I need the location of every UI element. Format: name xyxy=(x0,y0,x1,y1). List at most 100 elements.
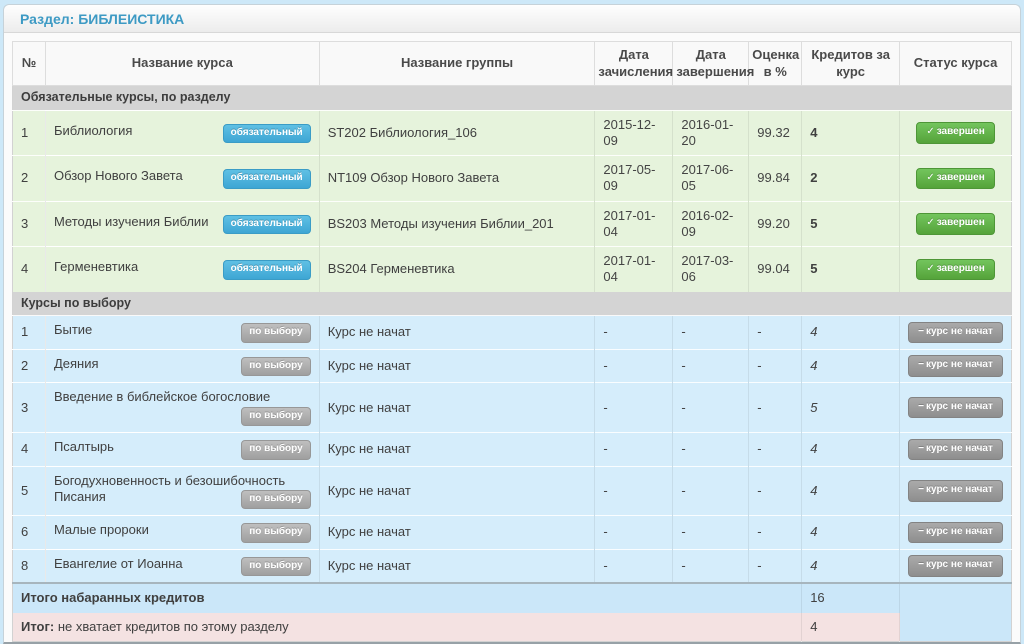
enroll-date: 2017-05-09 xyxy=(595,156,673,202)
enroll-date: - xyxy=(595,433,673,467)
course-type-badge: по выбору xyxy=(241,440,310,460)
course-row: 2Обзор Нового ЗаветаобязательныйNT109 Об… xyxy=(13,156,1012,202)
result-label-prefix: Итог: xyxy=(21,619,54,634)
course-number: 2 xyxy=(13,156,46,202)
status-cell: ✓завершен xyxy=(900,247,1012,292)
grade-percent: 99.84 xyxy=(749,156,802,202)
status-cell: −курс не начат xyxy=(900,516,1012,550)
course-type-badge: по выбору xyxy=(241,407,310,427)
status-cell: −курс не начат xyxy=(900,433,1012,467)
course-credits: 4 xyxy=(802,549,900,583)
course-credits: 4 xyxy=(802,516,900,550)
course-type-badge: обязательный xyxy=(223,260,311,280)
finish-date: - xyxy=(673,349,749,383)
grade-percent: - xyxy=(749,466,802,516)
status-label: курс не начат xyxy=(926,326,993,337)
course-name-cell: Богодухновенность и безошибочность Писан… xyxy=(45,466,319,516)
finish-date: 2016-01-20 xyxy=(673,110,749,156)
course-type-badge: по выбору xyxy=(241,357,310,377)
status-label: курс не начат xyxy=(926,526,993,537)
group-name: Курс не начат xyxy=(319,316,595,350)
course-type-badge: по выбору xyxy=(241,523,310,543)
course-name-cell: Введение в библейское богословиепо выбор… xyxy=(45,383,319,433)
finish-date: - xyxy=(673,383,749,433)
enroll-date: - xyxy=(595,466,673,516)
status-cell: ✓завершен xyxy=(900,201,1012,247)
course-name-cell: Псалтырьпо выбору xyxy=(45,433,319,467)
column-header: Кредитов за курс xyxy=(802,42,900,86)
status-badge: ✓завершен xyxy=(916,122,994,144)
enroll-date: - xyxy=(595,316,673,350)
status-label: курс не начат xyxy=(926,559,993,570)
group-name: ST202 Библиология_106 xyxy=(319,110,595,156)
status-cell: −курс не начат xyxy=(900,316,1012,350)
course-row: 4ГерменевтикаобязательныйBS204 Герменевт… xyxy=(13,247,1012,292)
course-name: Обзор Нового Завета xyxy=(54,168,183,183)
grade-percent: - xyxy=(749,383,802,433)
status-label: завершен xyxy=(937,126,985,137)
course-number: 3 xyxy=(13,201,46,247)
status-badge: −курс не начат xyxy=(908,397,1003,419)
status-cell: −курс не начат xyxy=(900,549,1012,583)
table-body: Обязательные курсы, по разделу1 Библиолог… xyxy=(13,86,1012,584)
footer-status-cell xyxy=(900,583,1012,641)
grade-percent: 99.20 xyxy=(749,201,802,247)
check-icon: ✓ xyxy=(926,126,934,137)
course-name: Евангелие от Иоанна xyxy=(54,556,183,571)
status-badge: −курс не начат xyxy=(908,555,1003,577)
course-type-badge: обязательный xyxy=(223,215,311,235)
status-cell: ✓завершен xyxy=(900,156,1012,202)
course-number: 3 xyxy=(13,383,46,433)
total-credits-value: 16 xyxy=(802,583,900,612)
section-title: Курсы по выбору xyxy=(13,292,1012,316)
finish-date: 2017-06-05 xyxy=(673,156,749,202)
table-footer: Итого набаранных кредитов 16 Итог: не хв… xyxy=(13,583,1012,641)
status-badge: ✓завершен xyxy=(916,168,994,190)
course-credits: 4 xyxy=(802,433,900,467)
course-number: 1 xyxy=(13,110,46,156)
course-credits: 5 xyxy=(802,201,900,247)
section-header-row: Обязательные курсы, по разделу xyxy=(13,86,1012,111)
grade-percent: 99.04 xyxy=(749,247,802,292)
status-label: курс не начат xyxy=(926,401,993,412)
grade-percent: - xyxy=(749,516,802,550)
status-label: курс не начат xyxy=(926,359,993,370)
section-title: Обязательные курсы, по разделу xyxy=(13,86,1012,111)
course-name: Методы изучения Библии xyxy=(54,214,209,229)
group-name: BS204 Герменевтика xyxy=(319,247,595,292)
enroll-date: 2015-12-09 xyxy=(595,110,673,156)
column-header: Статус курса xyxy=(900,42,1012,86)
enroll-date: - xyxy=(595,516,673,550)
course-row: 6Малые пророкипо выборуКурс не начат---4… xyxy=(13,516,1012,550)
enroll-date: 2017-01-04 xyxy=(595,247,673,292)
table-header-row: №Название курсаНазвание группыДата зачис… xyxy=(13,42,1012,86)
status-badge: ✓завершен xyxy=(916,213,994,235)
course-name-cell: Герменевтикаобязательный xyxy=(45,247,319,292)
section-name: БИБЛЕИСТИКА xyxy=(78,11,184,27)
course-number: 4 xyxy=(13,433,46,467)
group-name: BS203 Методы изучения Библии_201 xyxy=(319,201,595,247)
dash-icon: − xyxy=(918,559,924,570)
course-number: 5 xyxy=(13,466,46,516)
status-badge: ✓завершен xyxy=(916,259,994,281)
result-credits-value: 4 xyxy=(802,613,900,642)
column-header: Название группы xyxy=(319,42,595,86)
course-number: 6 xyxy=(13,516,46,550)
course-name-cell: Бытиепо выбору xyxy=(45,316,319,350)
dash-icon: − xyxy=(918,401,924,412)
course-credits: 2 xyxy=(802,156,900,202)
course-type-badge: по выбору xyxy=(241,557,310,577)
status-badge: −курс не начат xyxy=(908,322,1003,344)
column-header: Оценка в % xyxy=(749,42,802,86)
dash-icon: − xyxy=(918,526,924,537)
column-header: Дата зачисления xyxy=(595,42,673,86)
grade-percent: - xyxy=(749,549,802,583)
course-name: Библиология xyxy=(54,123,132,138)
course-name: Деяния xyxy=(54,356,99,371)
status-badge: −курс не начат xyxy=(908,355,1003,377)
finish-date: - xyxy=(673,466,749,516)
course-number: 8 xyxy=(13,549,46,583)
enroll-date: - xyxy=(595,383,673,433)
finish-date: 2016-02-09 xyxy=(673,201,749,247)
course-type-badge: по выбору xyxy=(241,323,310,343)
